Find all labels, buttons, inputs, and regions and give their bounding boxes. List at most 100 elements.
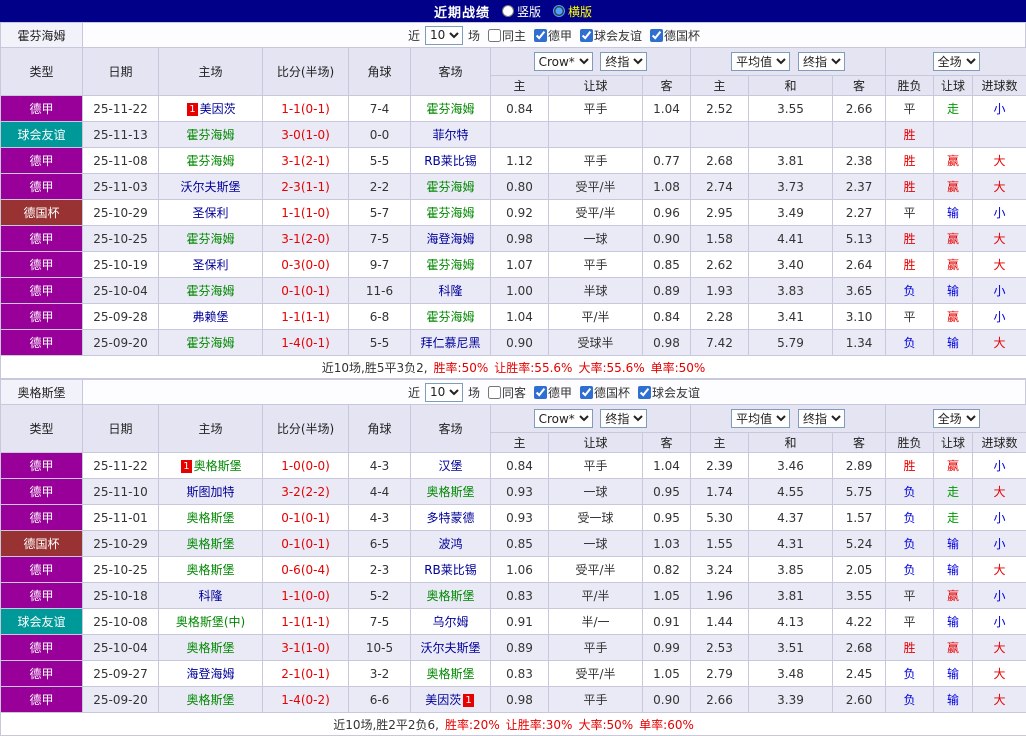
match-score-link[interactable]: 0-1(0-1)	[263, 505, 349, 531]
home-team-link[interactable]: 霍芬海姆	[186, 336, 234, 350]
average-select[interactable]: 平均值	[731, 409, 790, 428]
match-score-link[interactable]: 0-1(0-1)	[263, 531, 349, 557]
home-team-link[interactable]: 美因茨	[200, 102, 236, 116]
home-team-link[interactable]: 奥格斯堡	[194, 459, 242, 473]
odds-company-select[interactable]: Crow*	[534, 409, 593, 428]
match-score-link[interactable]: 3-1(1-0)	[263, 635, 349, 661]
average-select[interactable]: 平均值	[731, 52, 790, 71]
match-score-link[interactable]: 3-1(2-1)	[263, 148, 349, 174]
away-team-link[interactable]: 拜仁慕尼黑	[420, 336, 480, 350]
same-venue-option[interactable]: 同客	[483, 384, 526, 401]
away-team-link[interactable]: 霍芬海姆	[426, 258, 474, 272]
league-filter-cup[interactable]: 德国杯	[645, 27, 700, 44]
away-team-link[interactable]: RB莱比锡	[424, 563, 477, 577]
home-team-link[interactable]: 霍芬海姆	[186, 128, 234, 142]
layout-option-horizontal[interactable]: 横版	[553, 3, 592, 20]
league-filter-cup[interactable]: 德国杯	[575, 384, 630, 401]
match-score-link[interactable]: 0-3(0-0)	[263, 252, 349, 278]
match-score-link[interactable]: 0-6(0-4)	[263, 557, 349, 583]
home-team-link[interactable]: 弗赖堡	[192, 310, 228, 324]
league-filter-checkbox[interactable]	[534, 386, 547, 399]
home-team-link[interactable]: 霍芬海姆	[186, 284, 234, 298]
away-team-link[interactable]: 奥格斯堡	[426, 667, 474, 681]
average-time-select[interactable]: 终指	[798, 409, 845, 428]
league-filter-bundesliga[interactable]: 德甲	[529, 27, 572, 44]
league-filter-checkbox[interactable]	[580, 386, 593, 399]
away-team-link[interactable]: RB莱比锡	[424, 154, 477, 168]
league-filter-friendly[interactable]: 球会友谊	[633, 384, 700, 401]
match-score-link[interactable]: 1-1(0-1)	[263, 96, 349, 122]
match-score-link[interactable]: 2-1(0-1)	[263, 661, 349, 687]
league-filter-bundesliga[interactable]: 德甲	[529, 384, 572, 401]
odds-time-select[interactable]: 终指	[600, 409, 647, 428]
vertical-layout-radio[interactable]	[502, 5, 514, 17]
match-score-link[interactable]: 1-4(0-1)	[263, 330, 349, 356]
away-team-link[interactable]: 多特蒙德	[426, 511, 474, 525]
home-team-link[interactable]: 霍芬海姆	[186, 154, 234, 168]
match-score-link[interactable]: 1-1(1-1)	[263, 304, 349, 330]
away-team-link[interactable]: 波鸿	[438, 537, 462, 551]
away-team-link[interactable]: 沃尔夫斯堡	[420, 641, 480, 655]
home-team-link[interactable]: 海登海姆	[186, 667, 234, 681]
league-filter-checkbox[interactable]	[650, 29, 663, 42]
away-team-link[interactable]: 科隆	[438, 284, 462, 298]
away-team-link[interactable]: 霍芬海姆	[426, 102, 474, 116]
home-team-link[interactable]: 奥格斯堡	[186, 693, 234, 707]
home-team-link[interactable]: 奥格斯堡(中)	[176, 615, 245, 629]
league-filter-checkbox[interactable]	[534, 29, 547, 42]
match-score-link[interactable]: 2-3(1-1)	[263, 174, 349, 200]
match-count-select[interactable]: 10	[425, 383, 463, 402]
result-goals: 大	[973, 148, 1026, 174]
league-filter-checkbox[interactable]	[638, 386, 651, 399]
league-filter-checkbox[interactable]	[580, 29, 593, 42]
same-venue-checkbox[interactable]	[488, 386, 501, 399]
league-filter-friendly[interactable]: 球会友谊	[575, 27, 642, 44]
match-count-select[interactable]: 10	[425, 26, 463, 45]
away-team-link[interactable]: 奥格斯堡	[426, 589, 474, 603]
avg-away-odds: 2.64	[833, 252, 886, 278]
same-venue-option[interactable]: 同主	[483, 27, 526, 44]
home-team-cell: 奥格斯堡	[159, 635, 263, 661]
result-handicap: 输	[934, 661, 973, 687]
home-team-link[interactable]: 科隆	[198, 589, 222, 603]
match-score-link[interactable]: 1-0(0-0)	[263, 453, 349, 479]
team-section-augsburg: 奥格斯堡 近 10 场 同客 德甲 德国杯 球会友谊	[0, 379, 1026, 736]
avg-away-odds: 1.34	[833, 330, 886, 356]
handicap-home-odds: 0.83	[491, 661, 549, 687]
home-team-cell: 圣保利	[159, 252, 263, 278]
home-team-link[interactable]: 霍芬海姆	[186, 232, 234, 246]
home-team-link[interactable]: 圣保利	[192, 206, 228, 220]
match-score-link[interactable]: 3-2(2-2)	[263, 479, 349, 505]
home-team-link[interactable]: 奥格斯堡	[186, 641, 234, 655]
scope-select[interactable]: 全场	[933, 52, 980, 71]
away-team-link[interactable]: 霍芬海姆	[426, 310, 474, 324]
match-score-link[interactable]: 3-0(1-0)	[263, 122, 349, 148]
away-team-link[interactable]: 汉堡	[438, 459, 462, 473]
match-score-link[interactable]: 1-1(1-0)	[263, 200, 349, 226]
match-score-link[interactable]: 0-1(0-1)	[263, 278, 349, 304]
match-score-link[interactable]: 1-4(0-2)	[263, 687, 349, 713]
away-team-link[interactable]: 美因茨	[425, 693, 461, 707]
odds-company-select[interactable]: Crow*	[534, 52, 593, 71]
away-team-link[interactable]: 奥格斯堡	[426, 485, 474, 499]
match-score-link[interactable]: 3-1(2-0)	[263, 226, 349, 252]
away-team-link[interactable]: 乌尔姆	[432, 615, 468, 629]
same-venue-checkbox[interactable]	[488, 29, 501, 42]
layout-option-vertical[interactable]: 竖版	[502, 3, 541, 20]
match-score-link[interactable]: 1-1(1-1)	[263, 609, 349, 635]
away-team-link[interactable]: 霍芬海姆	[426, 180, 474, 194]
away-team-link[interactable]: 菲尔特	[432, 128, 468, 142]
home-team-link[interactable]: 奥格斯堡	[186, 537, 234, 551]
average-time-select[interactable]: 终指	[798, 52, 845, 71]
home-team-link[interactable]: 奥格斯堡	[186, 563, 234, 577]
match-score-link[interactable]: 1-1(0-0)	[263, 583, 349, 609]
odds-time-select[interactable]: 终指	[600, 52, 647, 71]
home-team-link[interactable]: 沃尔夫斯堡	[180, 180, 240, 194]
home-team-link[interactable]: 圣保利	[192, 258, 228, 272]
home-team-link[interactable]: 斯图加特	[186, 485, 234, 499]
horizontal-layout-radio[interactable]	[553, 5, 565, 17]
away-team-link[interactable]: 海登海姆	[426, 232, 474, 246]
home-team-link[interactable]: 奥格斯堡	[186, 511, 234, 525]
away-team-link[interactable]: 霍芬海姆	[426, 206, 474, 220]
scope-select[interactable]: 全场	[933, 409, 980, 428]
